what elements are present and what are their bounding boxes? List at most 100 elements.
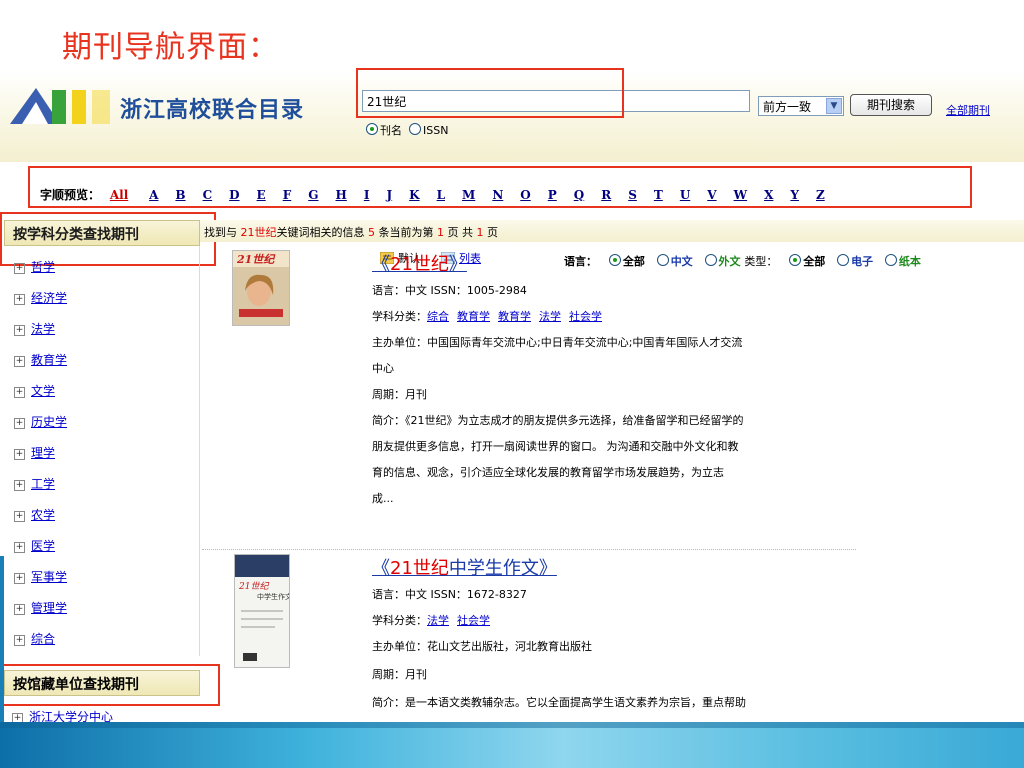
result-period: 周期：月刊 bbox=[372, 388, 427, 401]
chevron-down-icon[interactable]: ▼ bbox=[826, 98, 842, 114]
subject-item[interactable]: + 经济学 bbox=[14, 289, 67, 306]
radio-title-label: 刊名 bbox=[380, 124, 402, 137]
subject-link[interactable]: 文学 bbox=[31, 384, 55, 398]
radio-lang-all[interactable] bbox=[608, 254, 621, 266]
result-subject-link[interactable]: 教育学 bbox=[498, 310, 531, 323]
result-sponsor: 主办单位：中国国际青年交流中心;中日青年交流中心;中国青年国际人才交流 bbox=[372, 336, 743, 349]
result-intro: 朋友提供更多信息，打开一扇阅读世界的窗口。 为沟通和交融中外文化和教 bbox=[372, 440, 739, 453]
subject-link[interactable]: 法学 bbox=[31, 322, 55, 336]
journal-search-button[interactable]: 期刊搜索 bbox=[850, 94, 932, 116]
slide-title: 期刊导航界面： bbox=[62, 30, 279, 65]
subject-link[interactable]: 理学 bbox=[31, 446, 55, 460]
subject-link[interactable]: 管理学 bbox=[31, 601, 67, 615]
lang-foreign-label: 外文 bbox=[718, 255, 741, 268]
result-title[interactable]: 《21世纪中学生作文》 bbox=[372, 554, 557, 580]
result-subject-link[interactable]: 教育学 bbox=[457, 310, 490, 323]
subject-item[interactable]: + 军事学 bbox=[14, 568, 67, 585]
subject-link[interactable]: 工学 bbox=[31, 477, 55, 491]
summary-text: 页 共 bbox=[444, 226, 477, 239]
site-logo-text: 浙江高校联合目录 bbox=[120, 98, 305, 123]
subject-link[interactable]: 经济学 bbox=[31, 291, 67, 305]
subject-item[interactable]: + 管理学 bbox=[14, 599, 67, 616]
subject-item[interactable]: + 法学 bbox=[14, 320, 55, 337]
summary-keyword: 21世纪 bbox=[240, 226, 277, 239]
subject-item[interactable]: + 农学 bbox=[14, 506, 55, 523]
type-all-label: 全部 bbox=[803, 255, 826, 268]
summary-total: 1 bbox=[476, 226, 484, 239]
slide-footer-shadow bbox=[0, 722, 1024, 728]
svg-text:21世纪: 21世纪 bbox=[236, 253, 276, 266]
expand-icon[interactable]: + bbox=[14, 325, 25, 336]
summary-text: 关键词相关的信息 bbox=[276, 226, 368, 239]
subject-item[interactable]: + 理学 bbox=[14, 444, 55, 461]
summary-count: 5 bbox=[368, 226, 375, 239]
result-subject-link[interactable]: 法学 bbox=[427, 614, 449, 627]
all-journals-link[interactable]: 全部期刊 bbox=[946, 102, 990, 118]
annotation-box-search bbox=[356, 68, 624, 118]
expand-icon[interactable]: + bbox=[14, 480, 25, 491]
result-intro: 成... bbox=[372, 492, 394, 505]
radio-lang-cn[interactable] bbox=[656, 254, 669, 266]
subject-item[interactable]: + 医学 bbox=[14, 537, 55, 554]
subject-item[interactable]: + 哲学 bbox=[14, 258, 55, 275]
result-period: 周期：月刊 bbox=[372, 668, 427, 681]
expand-icon[interactable]: + bbox=[14, 542, 25, 553]
result-intro: 简介：是一本语文类教辅杂志。它以全面提高学生语文素养为宗旨，重点帮助 bbox=[372, 696, 746, 709]
match-mode-select[interactable]: 前方一致 ▼ bbox=[758, 96, 844, 116]
lang-all-label: 全部 bbox=[622, 255, 645, 268]
svg-text:21世纪: 21世纪 bbox=[238, 581, 269, 592]
subject-link[interactable]: 医学 bbox=[31, 539, 55, 553]
subject-browse-header: 按学科分类查找期刊 bbox=[4, 220, 200, 246]
subject-label: 学科分类： bbox=[372, 614, 427, 627]
result-subject-link[interactable]: 社会学 bbox=[457, 614, 490, 627]
result-subject-link[interactable]: 社会学 bbox=[569, 310, 602, 323]
type-filter-label: 类型： bbox=[744, 255, 778, 268]
subject-item[interactable]: + 历史学 bbox=[14, 413, 67, 430]
result-title[interactable]: 《21世纪》 bbox=[372, 250, 467, 276]
subject-link[interactable]: 教育学 bbox=[31, 353, 67, 367]
radio-lang-foreign[interactable] bbox=[704, 254, 717, 266]
expand-icon[interactable]: + bbox=[14, 604, 25, 615]
annotation-box-alphabet bbox=[28, 166, 972, 208]
journal-cover-image[interactable]: 21世纪 bbox=[232, 250, 290, 326]
result-subject-link[interactable]: 综合 bbox=[427, 310, 449, 323]
radio-type-paper[interactable] bbox=[884, 254, 897, 266]
expand-icon[interactable]: + bbox=[14, 511, 25, 522]
result-subjects: 学科分类：综合 教育学 教育学 法学 社会学 bbox=[372, 308, 610, 324]
expand-icon[interactable]: + bbox=[14, 294, 25, 305]
radio-issn[interactable] bbox=[409, 123, 421, 135]
result-sponsor: 主办单位：花山文艺出版社，河北教育出版社 bbox=[372, 640, 592, 653]
expand-icon[interactable]: + bbox=[14, 418, 25, 429]
radio-type-e[interactable] bbox=[837, 254, 850, 266]
subject-item[interactable]: + 工学 bbox=[14, 475, 55, 492]
summary-text: 找到与 bbox=[204, 226, 241, 239]
subject-list: + 哲学 + 经济学 + 法学 + 教育学 + 文学 + 历史学 + 理学 + 工学 + 农学 + 医学 + 军事学 + 管理… bbox=[4, 246, 200, 656]
subject-item[interactable]: + 文学 bbox=[14, 382, 55, 399]
slide-decoration-strip bbox=[0, 556, 4, 722]
radio-title[interactable] bbox=[366, 123, 378, 135]
subject-link[interactable]: 历史学 bbox=[31, 415, 67, 429]
subject-link[interactable]: 军事学 bbox=[31, 570, 67, 584]
results-summary: 找到与 21世纪关键词相关的信息 5 条当前为第 1 页 共 1 页 bbox=[200, 220, 1024, 242]
subject-link[interactable]: 农学 bbox=[31, 508, 55, 522]
summary-text: 条当前为第 bbox=[375, 226, 437, 239]
subject-item[interactable]: + 教育学 bbox=[14, 351, 67, 368]
expand-icon[interactable]: + bbox=[14, 635, 25, 646]
expand-icon[interactable]: + bbox=[14, 387, 25, 398]
result-lang-issn: 语言：中文 ISSN：1672-8327 bbox=[372, 588, 527, 601]
expand-icon[interactable]: + bbox=[14, 449, 25, 460]
journal-cover-image[interactable]: 21世纪 中学生作文 bbox=[234, 554, 290, 668]
type-e-label: 电子 bbox=[851, 255, 874, 268]
slide-footer-band bbox=[0, 722, 1024, 768]
radio-type-all[interactable] bbox=[789, 254, 802, 266]
radio-issn-label: ISSN bbox=[423, 124, 449, 137]
subject-link[interactable]: 综合 bbox=[31, 632, 55, 646]
subject-link[interactable]: 哲学 bbox=[31, 260, 55, 274]
result-subjects: 学科分类：法学 社会学 bbox=[372, 612, 498, 628]
expand-icon[interactable]: + bbox=[14, 356, 25, 367]
search-field-radios: 刊名 ISSN bbox=[366, 122, 448, 138]
result-subject-link[interactable]: 法学 bbox=[539, 310, 561, 323]
subject-item[interactable]: + 综合 bbox=[14, 630, 55, 647]
expand-icon[interactable]: + bbox=[14, 573, 25, 584]
expand-icon[interactable]: + bbox=[14, 263, 25, 274]
